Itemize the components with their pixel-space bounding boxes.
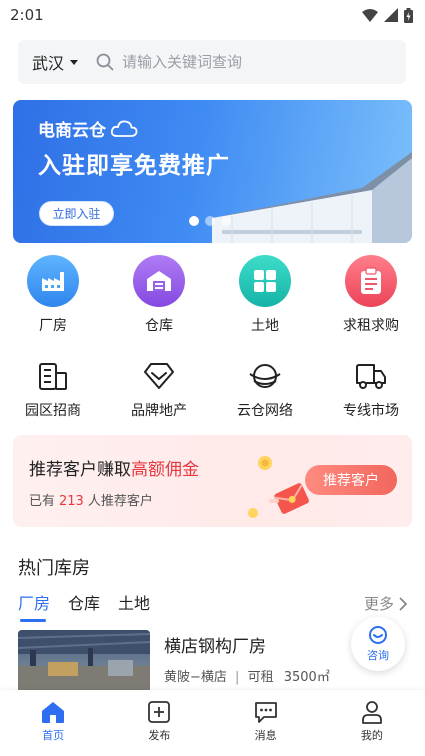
message-icon (254, 702, 277, 723)
refer-customer-button[interactable]: 推荐客户 (305, 465, 397, 495)
listing-location: 黄陂−横店 (164, 670, 227, 685)
service-label: 云仓网络 (237, 403, 293, 419)
search-bar: 武汉 (18, 40, 406, 84)
referral-card[interactable]: 推荐客户赚取高额佣金 已有 213 人推荐客户 推荐客户 (13, 435, 412, 527)
listing-meta: 黄陂−横店 | 可租 3500㎡ (164, 666, 330, 685)
clipboard-icon (345, 255, 397, 307)
status-icons (362, 7, 413, 23)
battery-icon (404, 7, 413, 23)
status-time: 2:01 (10, 6, 44, 24)
truck-icon (351, 358, 391, 394)
tab-land[interactable]: 土地 (118, 590, 150, 622)
carousel-dot[interactable] (205, 216, 215, 226)
more-link[interactable]: 更多 (364, 593, 407, 614)
factory-icon (27, 255, 79, 307)
listing-item[interactable]: 横店钢构厂房 黄陂−横店 | 可租 3500㎡ (18, 630, 348, 690)
service-park[interactable]: 园区招商 (0, 358, 106, 420)
category-label: 求租求购 (343, 318, 399, 334)
city-label: 武汉 (32, 54, 65, 73)
service-grid: 园区招商 品牌地产 云仓网络 专线市场 (0, 358, 425, 420)
referral-sub-prefix: 已有 (29, 494, 56, 509)
service-label: 品牌地产 (131, 403, 187, 419)
caret-down-icon (70, 59, 79, 65)
nav-home[interactable]: 首页 (0, 690, 106, 756)
category-label: 厂房 (39, 318, 67, 334)
warehouse-illustration (212, 152, 412, 243)
banner-brand-text: 电商云仓 (38, 121, 106, 141)
warehouse-icon (133, 255, 185, 307)
referral-title: 推荐客户赚取高额佣金 (29, 455, 199, 480)
city-selector[interactable]: 武汉 (32, 50, 79, 74)
consult-label: 咨询 (367, 649, 389, 662)
category-label: 土地 (251, 318, 279, 334)
more-label: 更多 (363, 595, 394, 613)
nav-label: 发布 (148, 729, 171, 742)
category-land[interactable]: 土地 (212, 255, 318, 335)
referral-count: 213 (59, 494, 84, 509)
nav-label: 消息 (254, 729, 277, 742)
cloud-network-icon (245, 358, 285, 394)
brand-diamond-icon (139, 358, 179, 394)
referral-title-prefix: 推荐客户赚取 (29, 460, 131, 480)
tab-factory[interactable]: 厂房 (18, 590, 50, 622)
status-bar: 2:01 (0, 0, 425, 30)
join-now-button[interactable]: 立即入驻 (39, 201, 114, 226)
nav-label: 我的 (360, 729, 383, 742)
nav-profile[interactable]: 我的 (319, 690, 425, 756)
carousel-dots (189, 216, 231, 226)
user-icon (361, 701, 382, 724)
nav-label: 首页 (42, 729, 65, 742)
park-building-icon (33, 358, 73, 394)
listing-area: 3500㎡ (283, 670, 330, 685)
category-factory[interactable]: 厂房 (0, 255, 106, 335)
listing-tabs: 厂房 仓库 土地 (18, 590, 150, 622)
listing-thumbnail (18, 630, 150, 690)
referral-subtitle: 已有 213 人推荐客户 (29, 490, 153, 509)
service-label: 专线市场 (343, 403, 399, 419)
listing-type: 可租 (247, 670, 274, 685)
chat-bubble-icon (369, 626, 387, 644)
banner-title: 入驻即享免费推广 (38, 153, 230, 179)
meta-divider: | (235, 670, 240, 685)
section-title: 热门库房 (18, 558, 90, 579)
add-square-icon (148, 701, 171, 723)
cloud-icon (110, 120, 138, 137)
category-warehouse[interactable]: 仓库 (106, 255, 212, 335)
category-grid: 厂房 仓库 土地 求租求购 (0, 255, 425, 335)
referral-sub-suffix: 人推荐客户 (87, 494, 153, 509)
service-logistics[interactable]: 专线市场 (318, 358, 424, 420)
service-brand[interactable]: 品牌地产 (106, 358, 212, 420)
referral-title-highlight: 高额佣金 (131, 460, 199, 480)
carousel-dot[interactable] (221, 216, 231, 226)
bottom-nav: 首页 发布 消息 我的 (0, 690, 425, 756)
land-icon (239, 255, 291, 307)
service-cloud-network[interactable]: 云仓网络 (212, 358, 318, 420)
chevron-right-icon (399, 596, 407, 611)
home-icon (42, 702, 65, 723)
banner-brand: 电商云仓 (38, 116, 138, 141)
category-label: 仓库 (145, 318, 173, 334)
category-rent-buy[interactable]: 求租求购 (318, 255, 424, 335)
factory-photo-icon (18, 630, 150, 690)
promo-banner[interactable]: 电商云仓 入驻即享免费推广 立即入驻 (13, 100, 412, 243)
service-label: 园区招商 (25, 403, 81, 419)
search-input[interactable] (122, 53, 363, 71)
listing-title: 横店钢构厂房 (164, 637, 266, 657)
search-icon (96, 53, 114, 71)
tab-warehouse[interactable]: 仓库 (68, 590, 100, 622)
signal-icon (384, 8, 398, 22)
wifi-icon (362, 8, 378, 22)
nav-messages[interactable]: 消息 (213, 690, 319, 756)
consult-button[interactable]: 咨询 (351, 617, 405, 671)
nav-publish[interactable]: 发布 (106, 690, 212, 756)
carousel-dot[interactable] (189, 216, 199, 226)
